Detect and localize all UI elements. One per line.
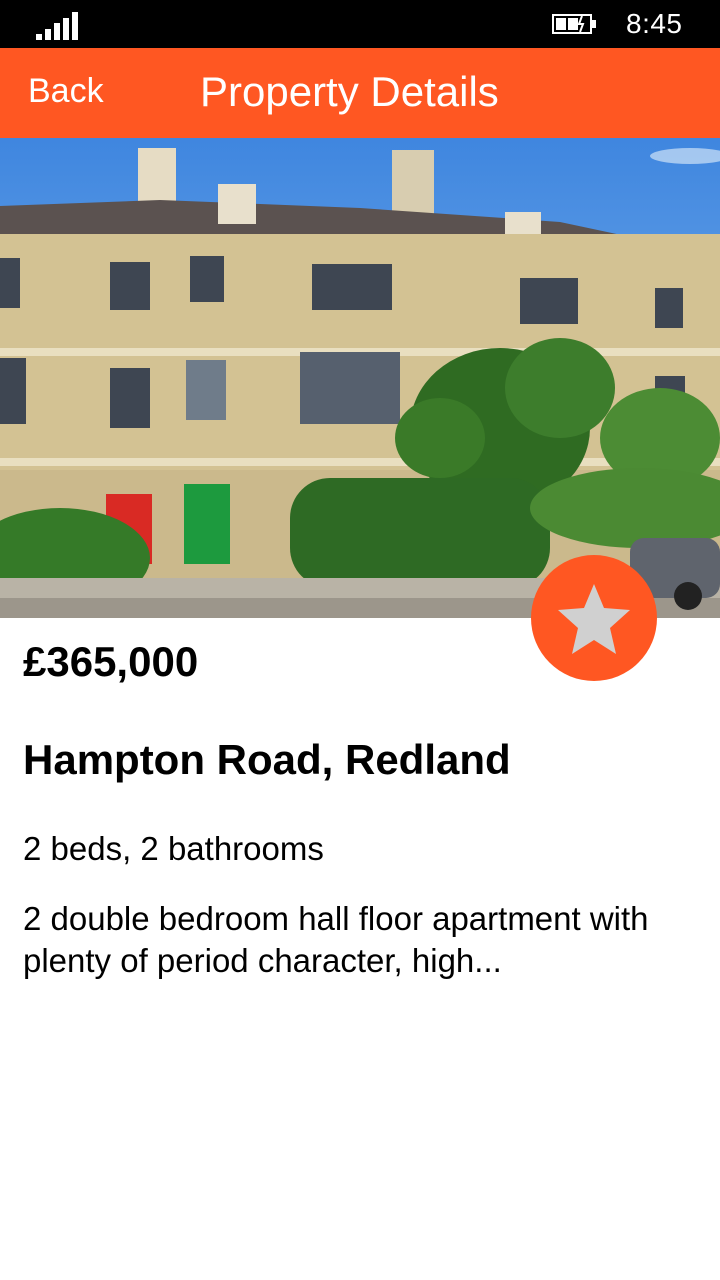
property-price: £365,000 xyxy=(23,638,199,685)
app-header: Back Property Details xyxy=(0,48,720,138)
star-icon xyxy=(558,584,630,654)
property-description: 2 double bedroom hall floor apartment wi… xyxy=(23,900,649,979)
battery-charging-icon xyxy=(552,14,596,34)
signal-bars-icon xyxy=(36,12,80,40)
property-rooms: 2 beds, 2 bathrooms xyxy=(23,830,324,867)
back-button[interactable]: Back xyxy=(28,72,104,111)
clock: 8:45 xyxy=(626,8,683,39)
property-address: Hampton Road, Redland xyxy=(23,736,511,783)
property-photo xyxy=(0,138,720,618)
page-title: Property Details xyxy=(200,68,499,115)
favourite-button[interactable] xyxy=(531,555,657,681)
status-bar: 8:45 xyxy=(0,0,720,48)
